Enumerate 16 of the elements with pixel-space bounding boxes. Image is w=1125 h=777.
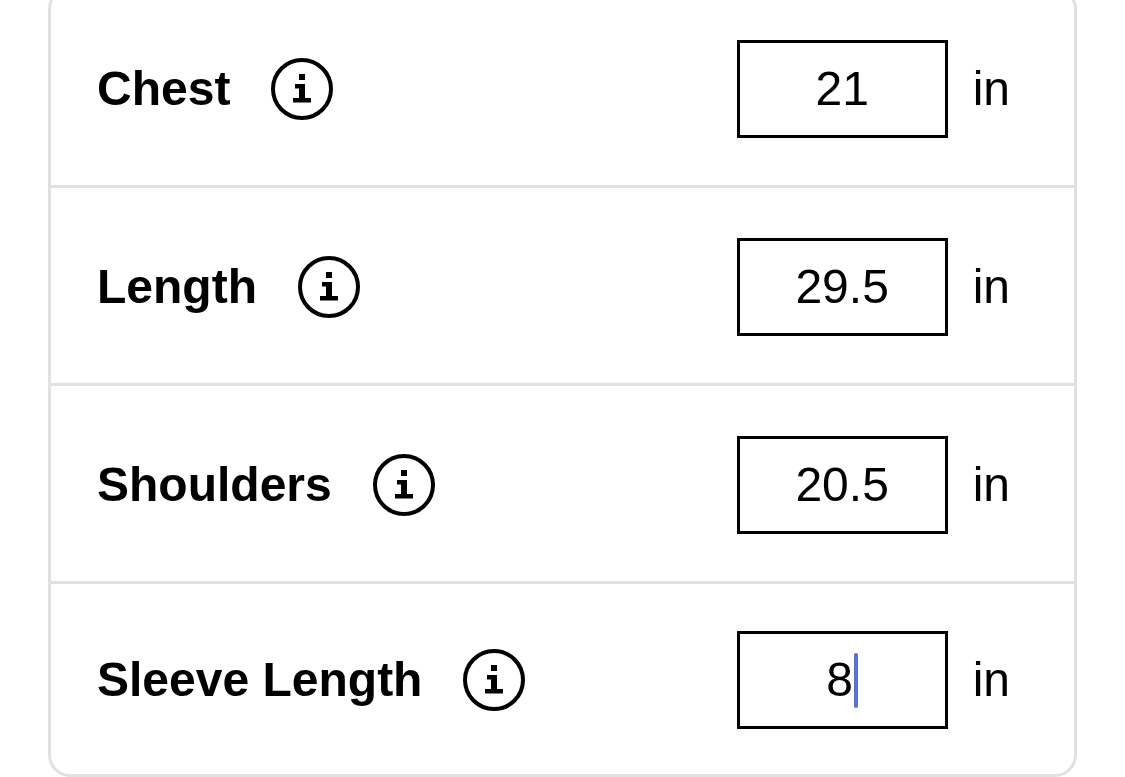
measurement-label: Chest [97,60,231,117]
unit-label: in [972,60,1010,117]
measurement-label: Sleeve Length [97,652,423,708]
unit-label: in [972,258,1010,315]
unit-label: in [972,456,1010,513]
input-field[interactable]: 8 [736,631,948,729]
measurement-label: Shoulders [97,456,332,513]
input-field[interactable]: 29.5 [736,237,948,336]
info-icon[interactable] [271,57,334,120]
info-icon[interactable] [297,255,360,318]
unit-label: in [972,652,1010,708]
info-icon[interactable] [372,453,435,516]
input-field[interactable]: 20.5 [736,435,948,534]
measurement-label: Length [97,258,257,315]
info-icon[interactable] [463,649,526,711]
input-field[interactable]: 21 [736,39,948,138]
